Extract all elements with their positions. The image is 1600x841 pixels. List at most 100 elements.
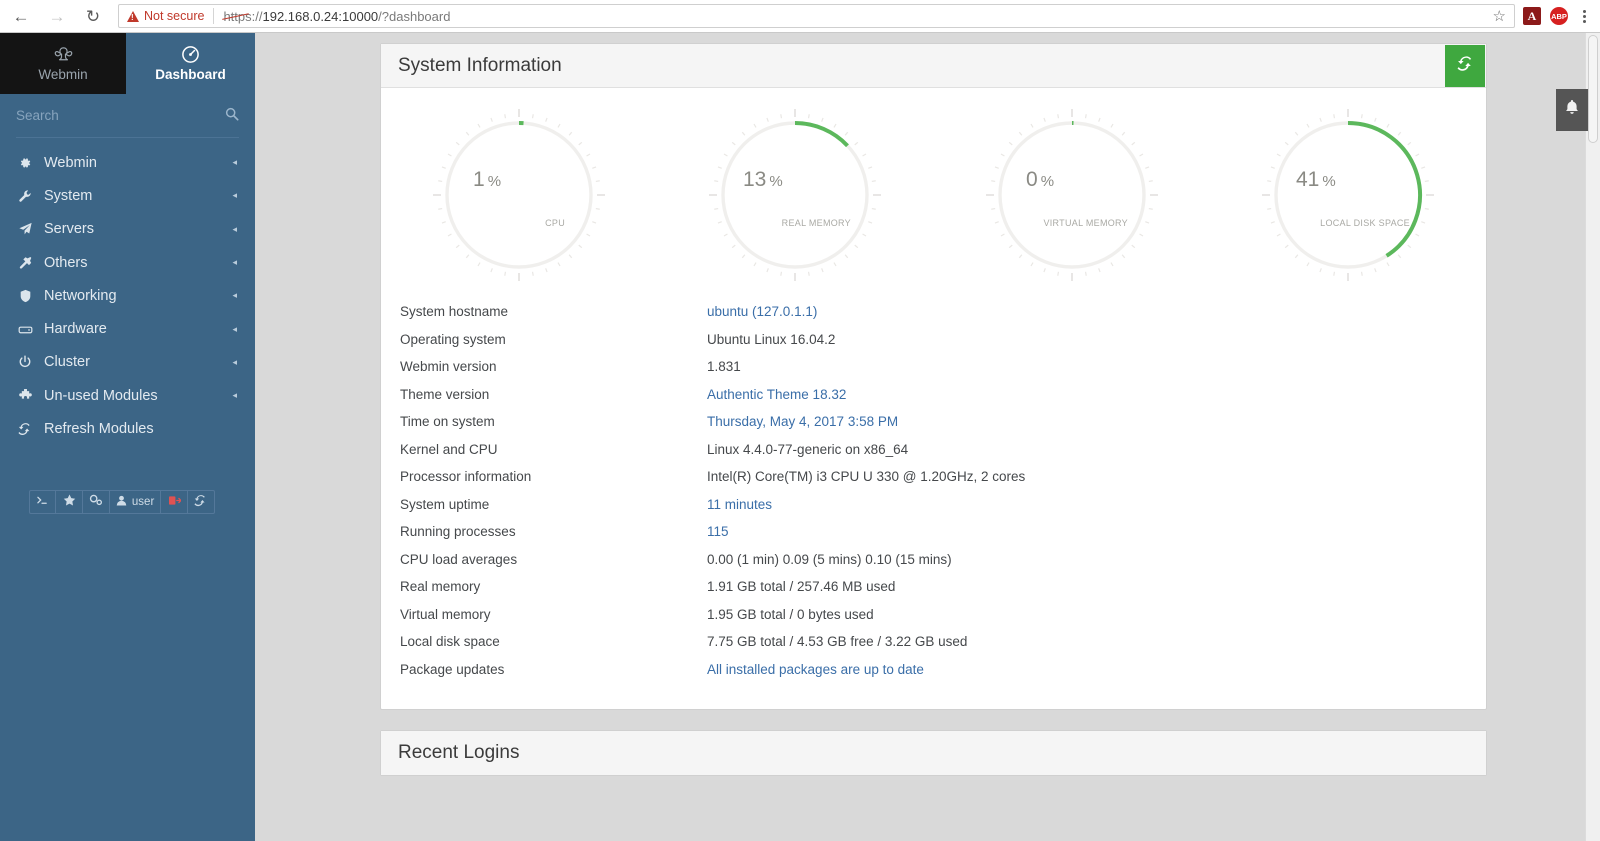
recent-logins-title: Recent Logins: [398, 742, 519, 764]
info-value[interactable]: Thursday, May 4, 2017 3:58 PM: [707, 414, 898, 429]
sidebar-item-webmin[interactable]: Webmin ◂: [0, 146, 255, 179]
gauge-tick: [715, 181, 719, 182]
search-icon[interactable]: [225, 107, 239, 124]
security-warning[interactable]: Not secure: [127, 9, 204, 23]
sidebar-item-system[interactable]: System ◂: [0, 179, 255, 212]
sidebar: Webmin Dashboard: [0, 33, 255, 841]
refresh-icon: [1457, 55, 1474, 77]
reload-button[interactable]: ↻: [78, 1, 108, 31]
gauge-tick: [1271, 222, 1275, 223]
sidebar-item-label: Cluster: [44, 354, 221, 370]
gauge-tick: [991, 181, 995, 182]
logout-button[interactable]: [161, 491, 187, 513]
gauge-tick: [1421, 167, 1425, 168]
settings-button[interactable]: [83, 491, 110, 513]
tab-webmin-label: Webmin: [38, 67, 87, 82]
adblock-plus-extension-icon[interactable]: ABP: [1550, 7, 1568, 25]
gauge-tick: [834, 124, 836, 127]
terminal-icon: [36, 495, 49, 509]
search-box[interactable]: [16, 94, 239, 138]
sidebar-item-label: Un-used Modules: [44, 388, 221, 404]
gauge-tick: [1098, 118, 1099, 122]
gauge-tick: [456, 245, 459, 248]
sidebar-item-refresh-modules[interactable]: Refresh Modules: [0, 412, 255, 445]
gauge-track: [447, 123, 591, 267]
gauge-value: 0%: [1026, 168, 1054, 191]
gauge-tick: [1277, 154, 1280, 156]
gauge-ticks: [709, 109, 881, 281]
sidebar-item-label: Webmin: [44, 155, 221, 171]
gauge-track: [1000, 123, 1144, 267]
info-value: Intel(R) Core(TM) i3 CPU U 330 @ 1.20GHz…: [707, 469, 1025, 484]
sidebar-item-servers[interactable]: Servers ◂: [0, 213, 255, 246]
sidebar-item-unused-modules[interactable]: Un-used Modules ◂: [0, 379, 255, 412]
gauge-local-disk-space-svg: 41% LOCAL DISK SPACE: [1258, 106, 1438, 284]
gauge-tick: [846, 132, 849, 135]
info-value[interactable]: ubuntu (127.0.1.1): [707, 304, 817, 319]
back-button[interactable]: ←: [6, 1, 36, 31]
acrobat-extension-icon[interactable]: A: [1523, 7, 1541, 25]
forward-button[interactable]: →: [42, 1, 72, 31]
gauge-tick: [1320, 268, 1321, 272]
gauge-tick: [1031, 263, 1033, 266]
info-value[interactable]: 11 minutes: [707, 497, 772, 512]
warning-triangle-icon: [127, 11, 139, 22]
shield-icon: [17, 289, 33, 303]
tab-webmin[interactable]: Webmin: [0, 33, 126, 94]
gauge-tick: [1307, 124, 1309, 127]
notifications-button[interactable]: [1556, 89, 1588, 131]
sidebar-item-networking[interactable]: Networking ◂: [0, 279, 255, 312]
gauge-tick: [1139, 234, 1142, 236]
search-input[interactable]: [16, 108, 225, 123]
refresh-button[interactable]: [188, 491, 214, 513]
gauge-tick: [822, 268, 823, 272]
star-icon[interactable]: ☆: [1483, 7, 1506, 25]
gauge-tick: [743, 255, 746, 258]
gauge-tick: [448, 154, 451, 156]
refresh-icon: [194, 494, 207, 510]
logout-icon: [168, 495, 181, 509]
kebab-menu-icon[interactable]: [1577, 6, 1592, 27]
sidebar-item-cluster[interactable]: Cluster ◂: [0, 346, 255, 379]
gauge-tick: [809, 272, 810, 276]
sidebar-item-hardware[interactable]: Hardware ◂: [0, 312, 255, 345]
gauge-value-arc: [795, 123, 847, 146]
power-icon: [17, 355, 33, 369]
terminal-button[interactable]: [30, 491, 56, 513]
gauge-tick: [1398, 255, 1401, 258]
security-label: Not secure: [144, 9, 204, 23]
scrollbar-thumb[interactable]: [1588, 35, 1598, 143]
gauge-tick: [855, 142, 858, 145]
url-text: https://192.168.0.24:10000/?dashboard: [223, 9, 450, 24]
gauge-tick: [448, 234, 451, 236]
info-key: CPU load averages: [400, 552, 707, 567]
sidebar-item-others[interactable]: Others ◂: [0, 246, 255, 279]
gauge-tick: [872, 209, 876, 210]
main-content: System Information 1% CPU: [255, 33, 1600, 841]
gauge-tick: [442, 167, 446, 168]
table-row: CPU load averages0.00 (1 min) 0.09 (5 mi…: [381, 546, 1486, 574]
gauge-tick: [1421, 222, 1425, 223]
webmin-logo-icon: [54, 45, 73, 64]
gauge-tick: [1145, 222, 1149, 223]
favorites-button[interactable]: [56, 491, 82, 513]
user-label: user: [132, 496, 154, 508]
table-row: Time on systemThursday, May 4, 2017 3:58…: [381, 408, 1486, 436]
info-value[interactable]: 115: [707, 524, 729, 539]
info-value[interactable]: Authentic Theme 18.32: [707, 387, 846, 402]
refresh-dashboard-button[interactable]: [1445, 45, 1485, 87]
gauge-label: CPU: [545, 218, 565, 228]
info-value[interactable]: All installed packages are up to date: [707, 662, 924, 677]
gauge-ticks: [986, 109, 1158, 281]
gauge-tick: [872, 181, 876, 182]
gauge-tick: [1057, 114, 1058, 118]
gauge-tick: [442, 222, 446, 223]
address-bar[interactable]: Not secure https://192.168.0.24:10000/?d…: [118, 4, 1515, 28]
user-button[interactable]: user: [110, 491, 161, 513]
info-key: Theme version: [400, 387, 707, 402]
info-value: Ubuntu Linux 16.04.2: [707, 332, 835, 347]
page-scrollbar[interactable]: [1585, 33, 1600, 841]
gear-icon: [17, 156, 33, 170]
recent-logins-panel: Recent Logins: [380, 730, 1487, 776]
tab-dashboard[interactable]: Dashboard: [126, 33, 255, 94]
